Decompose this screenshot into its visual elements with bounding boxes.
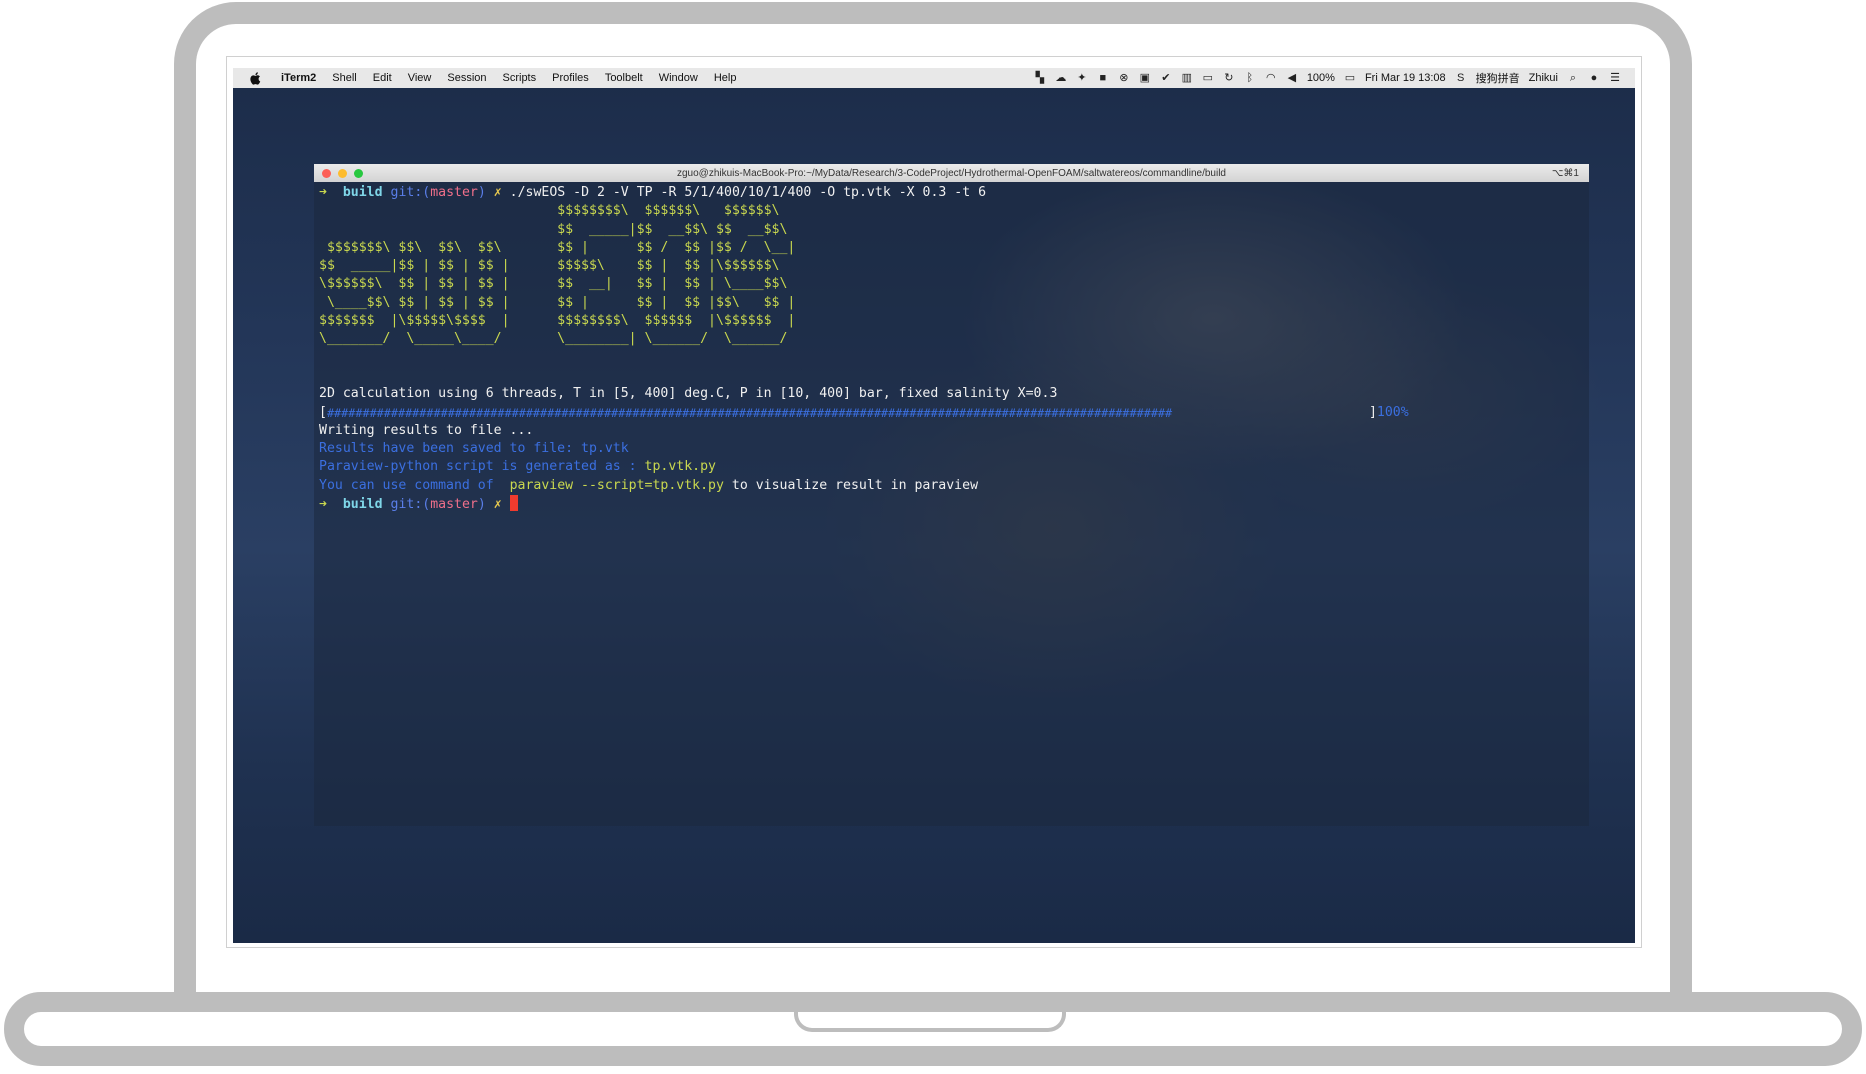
progress-open: [ [319, 404, 327, 420]
ascii-art-line: \____$$\ $$ | $$ | $$ | $$ | $$ | $$ |$$… [319, 294, 796, 310]
check-icon[interactable]: ✔ [1160, 72, 1172, 84]
wifi-icon[interactable]: ◠ [1265, 72, 1277, 84]
saved-line: Results have been saved to file: tp.vtk [319, 441, 629, 457]
text-cursor[interactable] [509, 495, 518, 512]
battery-percent[interactable]: 100% [1307, 72, 1335, 84]
prompt-dir: build [342, 497, 383, 513]
prompt-dirty-mark: ✗ [493, 185, 502, 200]
terminal-titlebar[interactable]: zguo@zhikuis-MacBook-Pro:~/MyData/Resear… [314, 164, 1589, 182]
prompt-arrow: ➜ [319, 497, 327, 513]
terminal-window[interactable]: zguo@zhikuis-MacBook-Pro:~/MyData/Resear… [314, 164, 1589, 826]
command-line: ➜ build git:(master) ✗ ./swEOS -D 2 -V T… [319, 184, 1584, 202]
progress-close: ] [1368, 404, 1377, 420]
chat-icon[interactable]: ■ [1097, 72, 1109, 84]
prompt-dir: build [342, 185, 383, 200]
usage-command: paraview --script=tp.vtk.py [509, 477, 724, 493]
menu-toolbelt[interactable]: Toolbelt [597, 72, 651, 84]
network-monitor-icon[interactable]: ⊗ [1118, 72, 1130, 84]
prompt-line[interactable]: ➜ build git:(master) ✗ [319, 495, 1584, 513]
calc-line: 2D calculation using 6 threads, T in [5,… [319, 386, 1058, 402]
input-method-label[interactable]: 搜狗拼音 [1476, 70, 1520, 86]
prompt-branch: master [430, 497, 478, 513]
menu-scripts[interactable]: Scripts [495, 72, 545, 84]
status-area: ▚ ☁ ✦ ■ ⊗ ▣ ✔ ▥ ▭ ↻ ᛒ ◠ ◀ 100% ▭ Fri Mar… [1034, 70, 1635, 86]
ascii-art-line: $$$$$$$ |\$$$$$\$$$$ | $$$$$$$$\ $$$$$$ … [319, 313, 796, 329]
notification-center-icon[interactable]: ☰ [1609, 72, 1621, 84]
battery-icon[interactable]: ▭ [1344, 72, 1356, 84]
prompt-git-close: ) [477, 497, 486, 513]
input-method-icon[interactable]: S [1455, 72, 1467, 84]
bluetooth-icon[interactable]: ᛒ [1244, 72, 1256, 84]
progress-bar-fill: ########################################… [326, 405, 1173, 420]
writing-line: Writing results to file ... [319, 422, 534, 438]
window-title: zguo@zhikuis-MacBook-Pro:~/MyData/Resear… [677, 167, 1226, 179]
siri-icon[interactable]: ● [1588, 72, 1600, 84]
ascii-art-line: \_______/ \_____\____/ \________| \_____… [319, 331, 788, 347]
script-line: Paraview-python script is generated as :… [319, 458, 1584, 476]
usage-line: You can use command of paraview --script… [319, 477, 1584, 495]
prompt-arrow: ➜ [319, 185, 327, 200]
ascii-art-line: $$$$$$$\ $$\ $$\ $$\ $$ | $$ / $$ |$$ / … [319, 239, 796, 255]
script-name: tp.vtk.py [644, 459, 716, 475]
progress-percent: 100% [1376, 404, 1409, 420]
apple-icon[interactable] [247, 70, 263, 86]
grid-icon[interactable]: ▚ [1034, 72, 1046, 84]
usage-prefix: You can use command of [319, 477, 510, 493]
usage-suffix: to visualize result in paraview [723, 477, 979, 493]
menu-window[interactable]: Window [651, 72, 706, 84]
clock[interactable]: Fri Mar 19 13:08 [1365, 72, 1446, 84]
menu-bar: iTerm2 Shell Edit View Session Scripts P… [233, 68, 1635, 88]
command-text: ./swEOS -D 2 -V TP -R 5/1/400/10/1/400 -… [509, 185, 987, 200]
prompt-git: git:( [390, 497, 431, 513]
ascii-art-line: \$$$$$$\ $$ | $$ | $$ | $$ __| $$ | $$ |… [319, 276, 788, 292]
progress-line: [#######################################… [319, 404, 1584, 422]
dropbox-icon[interactable]: ✦ [1076, 72, 1088, 84]
ascii-art-line: $$ _____|$$ __$$\ $$ __$$\ [319, 221, 788, 237]
spotlight-icon[interactable]: ⌕ [1567, 72, 1579, 84]
airplay-icon[interactable]: ▭ [1202, 72, 1214, 84]
wechat-icon[interactable]: ☁ [1055, 72, 1067, 84]
menu-view[interactable]: View [400, 72, 440, 84]
archive-icon[interactable]: ▥ [1181, 72, 1193, 84]
ascii-art-line: $$ _____|$$ | $$ | $$ | $$$$$\ $$ | $$ |… [319, 258, 780, 274]
menu-shell[interactable]: Shell [324, 72, 364, 84]
menu-edit[interactable]: Edit [365, 72, 400, 84]
laptop-notch [794, 1012, 1066, 1032]
script-line-prefix: Paraview-python script is generated as : [319, 459, 645, 475]
menu-profiles[interactable]: Profiles [544, 72, 597, 84]
prompt-git-close: ) [477, 185, 486, 200]
window-shortcut: ⌥⌘1 [1551, 167, 1579, 179]
app-icon[interactable]: ▣ [1139, 72, 1151, 84]
menu-help[interactable]: Help [706, 72, 745, 84]
volume-icon[interactable]: ◀ [1286, 72, 1298, 84]
menu-app-name[interactable]: iTerm2 [273, 72, 324, 84]
prompt-dirty-mark: ✗ [493, 497, 502, 513]
terminal-output[interactable]: ➜ build git:(master) ✗ ./swEOS -D 2 -V T… [314, 182, 1589, 515]
ascii-art-line: $$$$$$$$\ $$$$$$\ $$$$$$\ [319, 203, 780, 219]
time-machine-icon[interactable]: ↻ [1223, 72, 1235, 84]
prompt-branch: master [430, 185, 478, 200]
prompt-git: git:( [390, 185, 431, 200]
menu-session[interactable]: Session [439, 72, 494, 84]
user-name[interactable]: Zhikui [1529, 72, 1558, 84]
desktop-screen: iTerm2 Shell Edit View Session Scripts P… [233, 68, 1635, 943]
